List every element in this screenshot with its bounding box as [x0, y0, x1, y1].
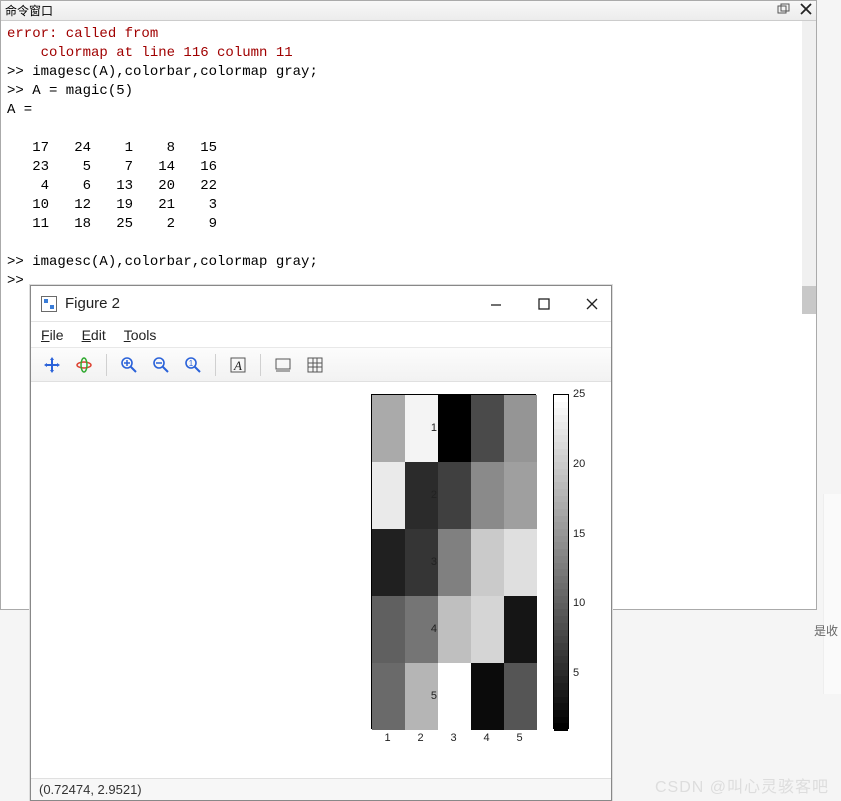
heatmap-cell	[438, 462, 471, 529]
cmd-line-13: >> imagesc(A),colorbar,colormap gray;	[7, 254, 318, 270]
cmd-line-9: 4 6 13 20 22	[7, 178, 217, 194]
heatmap-cell	[471, 395, 504, 462]
y-tick-label: 4	[431, 623, 437, 635]
heatmap-plot	[371, 394, 536, 729]
heatmap-cell	[438, 529, 471, 596]
cmd-line-4: >> A = magic(5)	[7, 83, 133, 99]
colorbar-tick-label: 20	[573, 458, 585, 470]
heatmap-cell	[438, 596, 471, 663]
text-icon[interactable]: A	[225, 352, 251, 378]
heatmap-cell	[372, 395, 405, 462]
colorbar-tick-label: 25	[573, 388, 585, 400]
cmd-line-3: >> imagesc(A),colorbar,colormap gray;	[7, 64, 318, 80]
colorbar-tick-label: 5	[573, 667, 579, 679]
cmd-line-10: 10 12 19 21 3	[7, 197, 217, 213]
heatmap-cell	[504, 529, 537, 596]
cmd-prompt: >>	[7, 273, 32, 289]
cmd-line-7: 17 24 1 8 15	[7, 140, 217, 156]
rotate-icon[interactable]	[71, 352, 97, 378]
y-tick-label: 5	[431, 690, 437, 702]
figure-icon	[41, 296, 57, 312]
x-tick-label: 4	[483, 732, 489, 744]
menu-file[interactable]: FFileile	[41, 327, 64, 343]
menu-tools[interactable]: TToolsools	[124, 327, 157, 343]
axes-icon[interactable]	[270, 352, 296, 378]
minimize-button[interactable]	[487, 295, 505, 313]
heatmap-cell	[504, 395, 537, 462]
close-button[interactable]	[583, 295, 601, 313]
colorbar	[553, 394, 569, 729]
x-tick-label: 5	[516, 732, 522, 744]
undock-icon[interactable]	[776, 2, 792, 16]
heatmap-cell	[471, 529, 504, 596]
close-icon[interactable]	[798, 2, 814, 16]
heatmap-cell	[471, 663, 504, 730]
x-tick-label: 3	[450, 732, 456, 744]
scrollbar-thumb[interactable]	[802, 286, 816, 314]
side-panel	[823, 494, 841, 694]
toolbar-separator	[260, 354, 261, 376]
cmd-line-8: 23 5 7 14 16	[7, 159, 217, 175]
figure-statusbar: (0.72474, 2.9521)	[31, 778, 611, 800]
svg-text:1: 1	[189, 359, 194, 368]
cursor-coords: (0.72474, 2.9521)	[39, 782, 142, 797]
colorbar-tick-label: 15	[573, 528, 585, 540]
toolbar-separator	[215, 354, 216, 376]
heatmap-cell	[471, 462, 504, 529]
error-line-1: error: called from	[7, 26, 158, 42]
heatmap-cell	[372, 663, 405, 730]
heatmap-cell	[372, 462, 405, 529]
heatmap-cell	[504, 462, 537, 529]
svg-text:A: A	[233, 358, 242, 373]
pan-icon[interactable]	[39, 352, 65, 378]
zoom-auto-icon[interactable]: 1	[180, 352, 206, 378]
scrollbar-track[interactable]	[802, 21, 816, 301]
watermark: CSDN @叫心灵骇客吧	[655, 773, 829, 797]
figure-menu: FFileile EEditdit TToolsools	[31, 322, 611, 348]
figure-title: Figure 2	[65, 295, 120, 312]
side-label: 是收	[814, 622, 838, 639]
y-tick-label: 3	[431, 556, 437, 568]
error-line-2: colormap at line 116 column 11	[7, 45, 293, 61]
heatmap-cell	[504, 663, 537, 730]
heatmap-cell	[372, 529, 405, 596]
cmd-line-11: 11 18 25 2 9	[7, 216, 217, 232]
cmd-line-5: A =	[7, 102, 32, 118]
figure-titlebar[interactable]: Figure 2	[31, 286, 611, 322]
figure-window: Figure 2 FFileile EEditdit TToolsools 1	[30, 285, 612, 801]
heatmap-cell	[471, 596, 504, 663]
figure-toolbar: 1 A	[31, 348, 611, 382]
zoom-in-icon[interactable]	[116, 352, 142, 378]
zoom-out-icon[interactable]	[148, 352, 174, 378]
heatmap-cell	[438, 395, 471, 462]
y-tick-label: 2	[431, 489, 437, 501]
figure-canvas[interactable]: 1 2 3 4 5 1 2 3 4 5 25 20 15 10 5	[31, 382, 611, 778]
x-tick-label: 1	[384, 732, 390, 744]
heatmap-cell	[372, 596, 405, 663]
heatmap-cell	[438, 663, 471, 730]
menu-edit[interactable]: EEditdit	[82, 327, 106, 343]
toolbar-separator	[106, 354, 107, 376]
y-tick-label: 1	[431, 422, 437, 434]
command-window-title: 命令窗口	[5, 2, 53, 19]
maximize-button[interactable]	[535, 295, 553, 313]
heatmap-cell	[504, 596, 537, 663]
colorbar-tick-label: 10	[573, 597, 585, 609]
grid-icon[interactable]	[302, 352, 328, 378]
x-tick-label: 2	[417, 732, 423, 744]
command-window-titlebar: 命令窗口	[1, 1, 816, 21]
